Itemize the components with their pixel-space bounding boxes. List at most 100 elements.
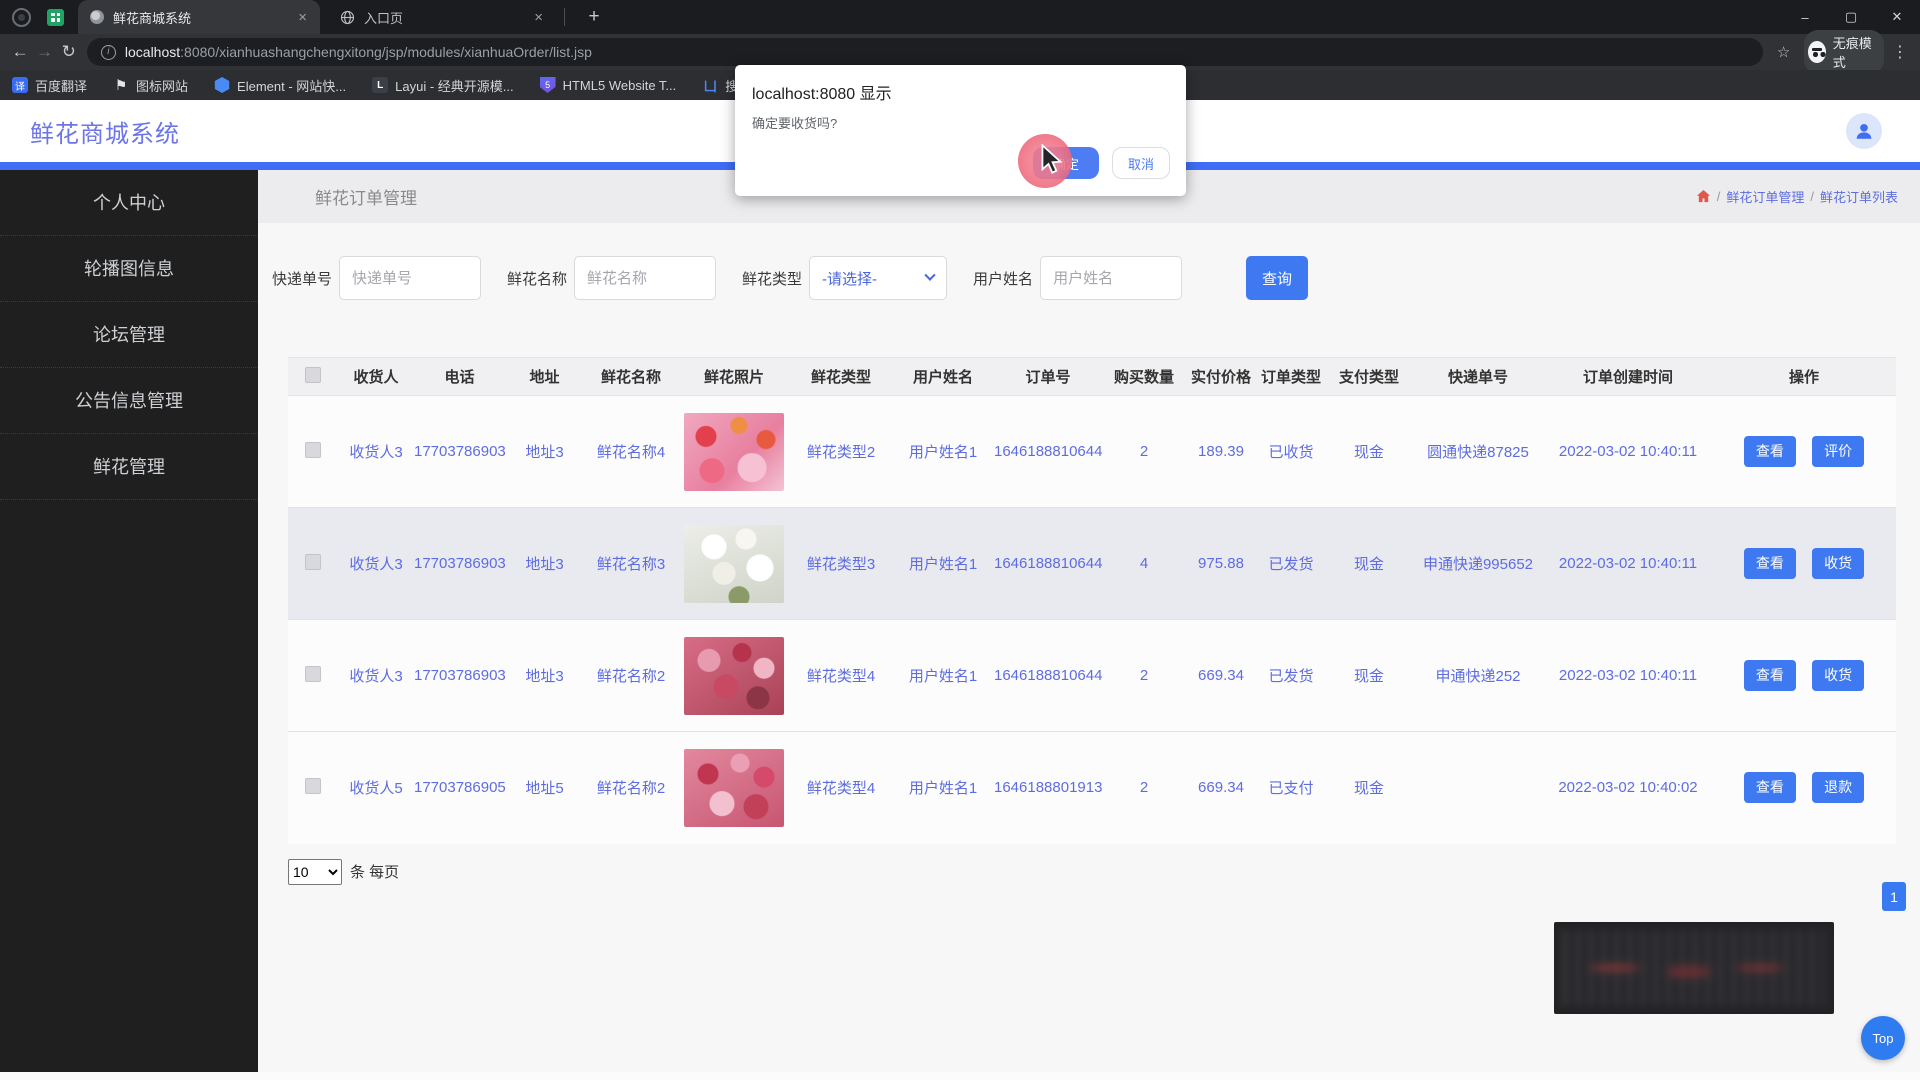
bookmark-label: Layui - 经典开源模... bbox=[395, 78, 514, 94]
tab-favicon-icon bbox=[90, 10, 104, 24]
cancel-button[interactable]: 取消 bbox=[1112, 147, 1170, 179]
cell-quantity: 2 bbox=[1102, 619, 1186, 732]
cell-flower-type: 鲜花类型4 bbox=[790, 731, 892, 844]
maximize-button[interactable]: ▢ bbox=[1828, 0, 1874, 34]
window-controls: – ▢ ✕ bbox=[1782, 0, 1920, 34]
breadcrumb-separator: / bbox=[1810, 189, 1814, 204]
flower-name-input[interactable] bbox=[574, 256, 717, 300]
cell-flower-type: 鲜花类型3 bbox=[790, 507, 892, 620]
bookmark-icon-site[interactable]: ⚑ 图标网站 bbox=[113, 76, 188, 95]
main-content: 鲜花订单管理 / 鲜花订单管理 / 鲜花订单列表 快递单号 鲜花名称 鲜花类型 … bbox=[258, 170, 1920, 1080]
page-size-select[interactable]: 10 bbox=[288, 858, 342, 885]
breadcrumb-page[interactable]: 鲜花订单列表 bbox=[1820, 187, 1898, 206]
refund-button[interactable]: 退款 bbox=[1812, 772, 1865, 804]
page-title: 鲜花订单管理 bbox=[315, 189, 417, 208]
cell-order-status: 已支付 bbox=[1256, 731, 1326, 844]
bookmark-label: 图标网站 bbox=[136, 78, 189, 94]
cell-price: 669.34 bbox=[1186, 731, 1256, 844]
cell-flower-name: 鲜花名称2 bbox=[584, 731, 678, 844]
review-button[interactable]: 评价 bbox=[1812, 436, 1865, 467]
tab-close-icon[interactable]: × bbox=[531, 9, 546, 26]
cell-order-status: 已发货 bbox=[1256, 507, 1326, 620]
row-checkbox[interactable] bbox=[305, 777, 321, 794]
cell-quantity: 2 bbox=[1102, 731, 1186, 844]
flower-name-label: 鲜花名称 bbox=[507, 270, 568, 288]
bookmark-star-icon[interactable]: ☆ bbox=[1777, 43, 1790, 61]
close-button[interactable]: ✕ bbox=[1874, 0, 1920, 34]
cell-created-at: 2022-03-02 10:40:11 bbox=[1544, 507, 1712, 620]
page-info-icon[interactable]: i bbox=[100, 44, 116, 60]
cell-phone: 17703786903 bbox=[414, 619, 506, 732]
bookmark-layui[interactable]: L Layui - 经典开源模... bbox=[372, 76, 514, 95]
bookmark-baidu-translate[interactable]: 译 百度翻译 bbox=[12, 76, 87, 95]
view-button[interactable]: 查看 bbox=[1743, 772, 1796, 804]
blurred-watermark bbox=[1554, 922, 1834, 1014]
view-button[interactable]: 查看 bbox=[1743, 436, 1796, 467]
express-no-label: 快递单号 bbox=[272, 270, 333, 288]
browser-menu-icon[interactable]: ⋮ bbox=[1892, 42, 1908, 62]
person-icon bbox=[1856, 123, 1872, 139]
cell-order-no: 1646188810644 bbox=[994, 507, 1102, 620]
tab-entry-page[interactable]: 入口页 × bbox=[328, 0, 556, 34]
breadcrumb-section[interactable]: 鲜花订单管理 bbox=[1726, 187, 1804, 206]
row-checkbox[interactable] bbox=[305, 441, 321, 458]
col-order-status: 订单类型 bbox=[1256, 357, 1326, 396]
bookmark-label: Element - 网站快... bbox=[237, 78, 347, 94]
page-size-suffix: 条 每页 bbox=[350, 864, 400, 881]
address-bar[interactable]: i localhost:8080/xianhuashangchengxitong… bbox=[86, 38, 1763, 66]
row-checkbox[interactable] bbox=[305, 665, 321, 682]
view-button[interactable]: 查看 bbox=[1743, 548, 1796, 579]
sidebar-item-carousel[interactable]: 轮播图信息 bbox=[0, 236, 258, 302]
new-tab-button[interactable]: + bbox=[581, 6, 607, 28]
tab-bar: 鲜花商城系统 × 入口页 × + – ▢ ✕ bbox=[0, 0, 1920, 34]
home-icon[interactable] bbox=[1696, 189, 1711, 204]
cell-user-name: 用户姓名1 bbox=[892, 395, 994, 508]
flower-photo bbox=[684, 636, 784, 715]
cell-order-no: 1646188810644 bbox=[994, 619, 1102, 732]
bookmark-element[interactable]: Element - 网站快... bbox=[214, 76, 346, 95]
page-number-badge[interactable]: 1 bbox=[1882, 882, 1906, 911]
baidu-translate-icon: 译 bbox=[12, 77, 28, 93]
back-to-top-button[interactable]: Top bbox=[1861, 1016, 1905, 1060]
cell-phone: 17703786903 bbox=[414, 507, 506, 620]
pinned-tab-icon[interactable] bbox=[47, 8, 64, 26]
cell-created-at: 2022-03-02 10:40:02 bbox=[1544, 731, 1712, 844]
cell-address: 地址3 bbox=[505, 395, 584, 508]
view-button[interactable]: 查看 bbox=[1743, 660, 1796, 691]
forward-icon[interactable]: → bbox=[32, 42, 56, 62]
cell-express-no: 申通快递995652 bbox=[1412, 507, 1544, 620]
row-checkbox[interactable] bbox=[305, 553, 321, 570]
cell-user-name: 用户姓名1 bbox=[892, 507, 994, 620]
back-icon[interactable]: ← bbox=[8, 42, 32, 62]
select-all-checkbox[interactable] bbox=[305, 366, 321, 383]
table-header-row: 收货人 电话 地址 鲜花名称 鲜花照片 鲜花类型 用户姓名 订单号 购买数量 实… bbox=[288, 357, 1896, 396]
search-button[interactable]: 查询 bbox=[1246, 256, 1309, 300]
bookmark-label: HTML5 Website T... bbox=[562, 77, 677, 93]
sidebar-item-forum[interactable]: 论坛管理 bbox=[0, 302, 258, 368]
col-order-no: 订单号 bbox=[994, 357, 1102, 396]
express-no-input[interactable] bbox=[339, 256, 482, 300]
sidebar-item-announcement[interactable]: 公告信息管理 bbox=[0, 368, 258, 434]
receive-button[interactable]: 收货 bbox=[1812, 548, 1865, 579]
sidebar-item-flower-mgmt[interactable]: 鲜花管理 bbox=[0, 434, 258, 500]
cell-pay-type: 现金 bbox=[1326, 507, 1412, 620]
cell-created-at: 2022-03-02 10:40:11 bbox=[1544, 395, 1712, 508]
cell-user-name: 用户姓名1 bbox=[892, 619, 994, 732]
mouse-cursor-icon bbox=[1041, 144, 1063, 174]
tab-title: 鲜花商城系统 bbox=[113, 10, 192, 26]
receive-button[interactable]: 收货 bbox=[1812, 660, 1865, 691]
minimize-button[interactable]: – bbox=[1782, 0, 1828, 34]
reload-icon[interactable]: ↻ bbox=[57, 42, 81, 62]
bookmark-html5[interactable]: 5 HTML5 Website T... bbox=[539, 77, 677, 93]
cell-phone: 17703786905 bbox=[414, 731, 506, 844]
cell-flower-type: 鲜花类型4 bbox=[790, 619, 892, 732]
user-avatar[interactable] bbox=[1846, 113, 1882, 149]
user-name-input[interactable] bbox=[1040, 256, 1183, 300]
table-row: 收货人3 17703786903 地址3 鲜花名称2 鲜花类型4 用户姓名1 1… bbox=[288, 619, 1896, 732]
sidebar-item-personal-center[interactable]: 个人中心 bbox=[0, 170, 258, 236]
dialog-message: 确定要收货吗? bbox=[752, 116, 838, 131]
flower-type-select[interactable]: -请选择- bbox=[809, 256, 948, 300]
col-flower-photo: 鲜花照片 bbox=[678, 357, 790, 396]
tab-flower-shop[interactable]: 鲜花商城系统 × bbox=[78, 0, 320, 34]
tab-close-icon[interactable]: × bbox=[295, 9, 310, 26]
